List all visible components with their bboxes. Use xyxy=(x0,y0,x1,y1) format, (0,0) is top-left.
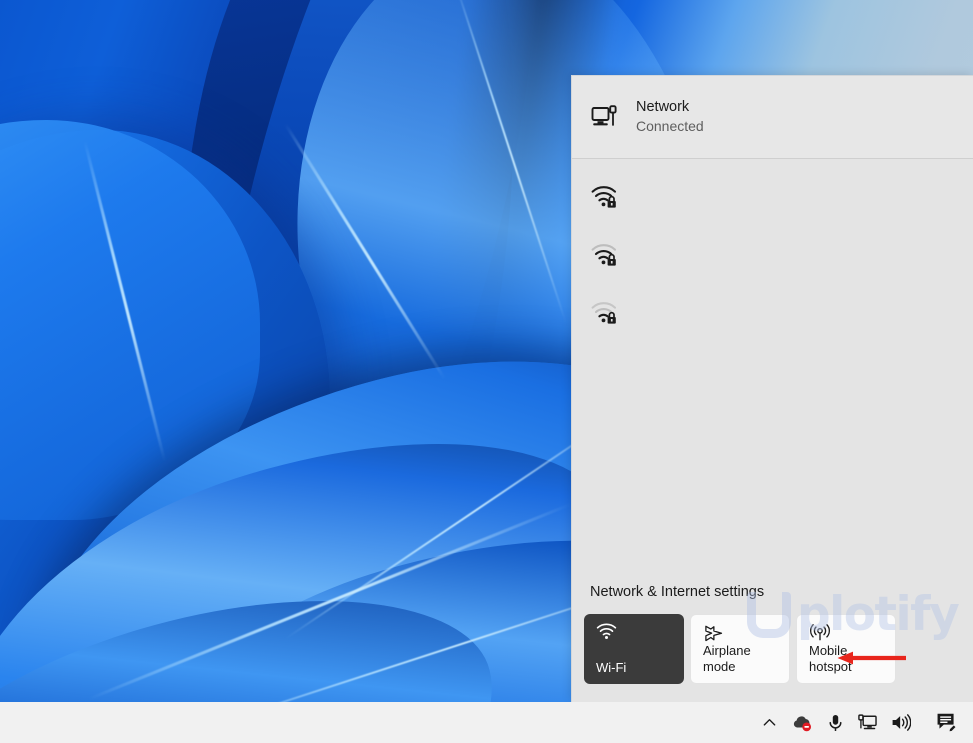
wifi-network-row[interactable] xyxy=(572,167,973,225)
watermark-text: plotify xyxy=(797,587,960,642)
wifi-icon xyxy=(596,623,673,645)
wifi-secured-medium-icon xyxy=(588,238,620,270)
wallpaper-lobe-outer xyxy=(0,130,330,690)
wifi-tile[interactable]: Wi-Fi xyxy=(584,614,684,684)
chat-notification-icon[interactable] xyxy=(935,711,959,735)
watermark-logo-u xyxy=(747,591,791,638)
show-hidden-icons-chevron[interactable] xyxy=(757,711,781,735)
wifi-network-list xyxy=(572,159,973,341)
network-flyout-header[interactable]: Network Connected xyxy=(572,76,973,159)
wifi-tile-label: Wi-Fi xyxy=(596,659,627,675)
network-flyout-panel: Network Connected plotify Network & Inte… xyxy=(571,75,973,702)
volume-icon[interactable] xyxy=(889,711,913,735)
wallpaper-filament-1 xyxy=(284,123,446,380)
onedrive-error-icon[interactable] xyxy=(790,711,814,735)
microphone-icon[interactable] xyxy=(823,711,847,735)
flyout-empty-space: plotify xyxy=(572,341,973,638)
uplotify-watermark: plotify xyxy=(747,587,960,642)
network-title: Network xyxy=(636,99,690,116)
annotation-arrow-icon xyxy=(837,651,906,665)
ethernet-network-icon xyxy=(588,100,622,134)
network-ethernet-icon[interactable] xyxy=(856,711,880,735)
network-status: Connected xyxy=(636,118,704,135)
wifi-network-row[interactable] xyxy=(572,283,973,341)
system-tray xyxy=(757,711,935,735)
wifi-secured-full-icon xyxy=(588,180,620,212)
airplane-mode-tile-label: Airplane mode xyxy=(703,643,751,674)
taskbar-right-group xyxy=(935,711,973,735)
taskbar xyxy=(0,702,973,743)
wifi-secured-low-icon xyxy=(588,296,620,328)
wifi-network-row[interactable] xyxy=(572,225,973,283)
wallpaper-filament-3 xyxy=(83,140,167,462)
screen: Network Connected plotify Network & Inte… xyxy=(0,0,973,743)
